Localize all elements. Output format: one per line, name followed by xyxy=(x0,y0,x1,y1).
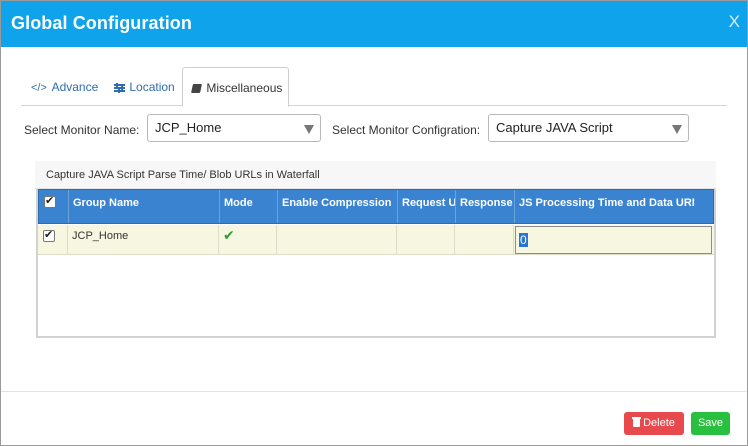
request-cell[interactable] xyxy=(397,225,455,254)
enable-compression-cell[interactable] xyxy=(277,225,397,254)
monitor-config-label: Select Monitor Configration: xyxy=(332,123,481,137)
column-header[interactable]: Group Name xyxy=(69,190,220,223)
delete-button[interactable]: Delete xyxy=(624,412,684,435)
column-header[interactable]: Enable Compression xyxy=(278,190,398,223)
tab-miscellaneous[interactable]: Miscellaneous xyxy=(182,67,289,107)
select-all-cell xyxy=(39,190,69,223)
dialog-title: Global Configuration xyxy=(11,13,192,33)
monitor-config-value: Capture JAVA Script xyxy=(496,120,613,135)
tab-location[interactable]: Location xyxy=(114,67,175,106)
tab-bar: </> Advance Location Miscellaneous xyxy=(21,67,727,107)
select-all-checkbox[interactable] xyxy=(44,194,56,208)
book-icon xyxy=(191,84,202,93)
tab-advance[interactable]: </> Advance xyxy=(31,67,98,106)
response-cell[interactable] xyxy=(455,225,514,254)
tab-label: Location xyxy=(129,80,175,94)
column-header[interactable]: Mode xyxy=(220,190,278,223)
group-name-cell: JCP_Home xyxy=(68,225,219,254)
mode-cell: ✔ xyxy=(219,225,277,254)
config-panel: Capture JAVA Script Parse Time/ Blob URL… xyxy=(35,161,716,339)
sliders-icon xyxy=(114,83,125,93)
close-icon[interactable]: X xyxy=(729,13,740,31)
chevron-down-icon xyxy=(304,125,314,134)
checkmark-icon: ✔ xyxy=(223,227,235,243)
panel-title: Capture JAVA Script Parse Time/ Blob URL… xyxy=(35,161,716,189)
delete-label: Delete xyxy=(643,417,675,429)
row-checkbox[interactable] xyxy=(43,228,55,242)
tab-label: Advance xyxy=(51,80,99,94)
monitor-name-value: JCP_Home xyxy=(155,120,222,135)
table-row[interactable]: JCP_Home ✔ 0 xyxy=(38,225,714,255)
js-processing-input[interactable]: 0 xyxy=(515,226,712,254)
footer-divider xyxy=(1,391,747,392)
chevron-down-icon xyxy=(672,125,682,134)
column-header[interactable]: JS Processing Time and Data URI xyxy=(515,190,715,223)
title-bar: Global Configuration X xyxy=(1,1,747,47)
monitor-name-select[interactable]: JCP_Home xyxy=(147,114,321,142)
code-icon: </> xyxy=(31,82,47,94)
js-processing-cell[interactable]: 0 xyxy=(514,225,714,254)
row-select-cell xyxy=(38,225,68,254)
column-header[interactable]: Request U xyxy=(398,190,456,223)
grid-header: Group Name Mode Enable Compression Reque… xyxy=(38,189,714,224)
monitor-name-label: Select Monitor Name: xyxy=(24,123,140,137)
monitor-config-select[interactable]: Capture JAVA Script xyxy=(488,114,689,142)
save-button[interactable]: Save xyxy=(691,412,730,435)
js-processing-value: 0 xyxy=(519,233,528,247)
global-configuration-dialog: Global Configuration X </> Advance Locat… xyxy=(0,0,748,446)
trash-icon xyxy=(632,417,642,427)
tab-label: Miscellaneous xyxy=(206,81,283,95)
config-grid: Group Name Mode Enable Compression Reque… xyxy=(36,189,716,338)
column-header[interactable]: Response xyxy=(456,190,515,223)
